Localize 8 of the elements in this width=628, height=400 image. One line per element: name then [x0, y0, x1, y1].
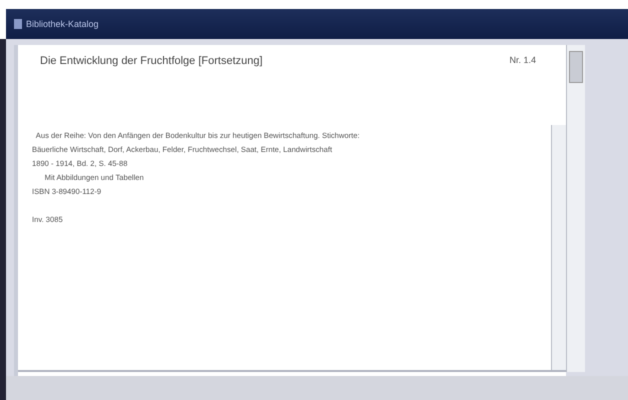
record-number: Nr. 1.4 [509, 55, 536, 67]
window-title: Bibliothek-Katalog [26, 19, 99, 29]
scrollbar[interactable] [566, 45, 585, 372]
app-icon [14, 19, 22, 29]
record-title: Die Entwicklung der Fruchtfolge [Fortsetzung] [40, 55, 263, 69]
details-text-area[interactable] [18, 125, 566, 372]
scroll-thumb[interactable] [569, 51, 583, 83]
scrollbar[interactable] [551, 125, 566, 370]
